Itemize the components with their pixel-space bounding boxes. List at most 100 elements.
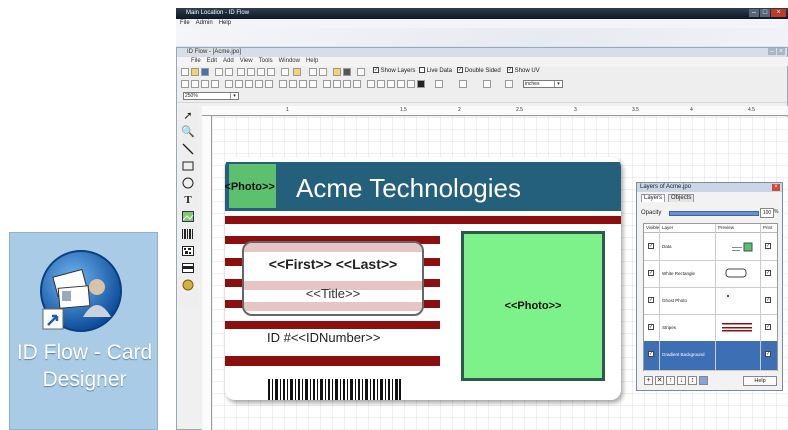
ungroup-icon[interactable] [407,80,415,88]
align-center-icon[interactable] [191,80,199,88]
delete-icon[interactable] [267,68,275,76]
name-box[interactable]: <<First>> <<Last>> <<Title>> [242,241,424,316]
nudge-down-icon[interactable] [333,80,341,88]
app-menu-edit[interactable]: Edit [207,57,217,66]
close-button[interactable]: × [771,9,786,17]
zoom-icon[interactable]: 🔍 [181,125,195,138]
show-uv-checkbox[interactable]: ✓ Show UV [507,67,540,76]
app-minimize-button[interactable]: – [768,48,776,55]
maximize-button[interactable]: □ [760,9,770,17]
print-checkbox[interactable]: ✓ [765,297,771,303]
visible-checkbox[interactable]: ✓ [648,324,654,330]
snap-icon[interactable] [377,80,385,88]
app-menu-window[interactable]: Window [279,57,300,66]
group-icon[interactable] [397,80,405,88]
layer-row[interactable]: ✓ Stripes ✓ [644,314,777,342]
photo-placeholder[interactable]: <<Photo>> [461,231,605,381]
redo-icon[interactable] [225,68,233,76]
menu-help[interactable]: Help [219,19,231,28]
copy-icon[interactable] [247,68,255,76]
2d-barcode-tool-icon[interactable] [181,244,195,257]
print-checkbox[interactable]: ✓ [765,243,771,249]
app-menu-file[interactable]: File [191,57,201,66]
same-height-icon[interactable] [265,80,273,88]
visible-checkbox[interactable]: ✓ [648,297,654,303]
app-menu-view[interactable]: View [240,57,253,66]
layer-properties-button[interactable] [699,376,708,385]
title-field[interactable]: <<Title>> [244,286,422,301]
print-checkbox[interactable]: ✓ [765,351,771,357]
visible-checkbox[interactable]: ✓ [648,243,654,249]
desktop-shortcut[interactable]: ID Flow - Card Designer [9,232,158,430]
first-last-field[interactable]: <<First>> <<Last>> [244,256,422,272]
tab-layers[interactable]: Layers [641,194,666,202]
layer-row[interactable]: ✓ White Rectangle ✓ [644,260,777,288]
save-icon[interactable] [201,68,209,76]
print-icon[interactable] [281,68,289,76]
nudge-right-icon[interactable] [353,80,361,88]
align-middle-icon[interactable] [225,80,233,88]
align-top-icon[interactable] [211,80,219,88]
delete-layer-button[interactable]: ✕ [655,376,664,385]
add-layer-button[interactable]: + [644,376,653,385]
double-sided-checkbox[interactable]: ✓ Double Sided [457,67,501,76]
new-icon[interactable] [181,68,189,76]
line-tool-icon[interactable] [181,142,195,155]
help-button[interactable]: Help [743,376,777,386]
visible-checkbox[interactable]: ✓ [648,351,654,357]
opacity-value[interactable]: 100 [760,208,774,218]
barcode-tool-icon[interactable] [181,227,195,240]
undo-icon[interactable] [215,68,223,76]
print-checkbox[interactable]: ✓ [765,270,771,276]
card-front-icon[interactable] [333,68,341,76]
center-horizontal-icon[interactable] [299,80,307,88]
encode-icon[interactable] [319,68,327,76]
move-up-button[interactable]: ↑ [666,376,675,385]
app-menu-help[interactable]: Help [306,57,318,66]
card-back-icon[interactable] [343,68,351,76]
grid-icon[interactable] [367,80,375,88]
app-menu-tools[interactable]: Tools [259,57,273,66]
visible-checkbox[interactable]: ✓ [648,270,654,276]
select-arrow-icon[interactable]: ➚ [181,109,195,122]
color-icon[interactable] [417,80,425,88]
bring-forward-icon[interactable] [279,80,287,88]
menu-admin[interactable]: Admin [196,19,213,28]
show-layers-checkbox[interactable]: ✓ Show Layers [373,67,415,76]
units-select[interactable]: inches ▾ [523,80,563,88]
zoom-select[interactable]: 250% ▾ [183,92,239,100]
menu-file[interactable]: File [180,19,190,28]
nudge-left-icon[interactable] [343,80,351,88]
rectangle-tool-icon[interactable] [181,159,195,172]
print-checkbox[interactable]: ✓ [765,324,771,330]
image-tool-icon[interactable] [181,210,195,223]
height-field[interactable] [505,80,513,88]
align-bottom-icon[interactable] [235,80,243,88]
live-data-checkbox[interactable]: Live Data [419,67,452,76]
layer-row-selected[interactable]: ✓ Gradient Background ✓ [644,341,777,371]
id-card[interactable]: <<Photo>> Acme Technologies <<First>> <<… [225,157,621,400]
layer-row[interactable]: ✓ Ghost Photo ✓ [644,287,777,315]
layout-icon[interactable] [357,68,365,76]
merge-layer-button[interactable]: ↕ [688,376,697,385]
minimize-button[interactable]: – [749,9,759,17]
align-left-icon[interactable] [181,80,189,88]
distribute-icon[interactable] [245,80,253,88]
paste-icon[interactable] [257,68,265,76]
position-x-field[interactable] [435,80,443,88]
print-preview-icon[interactable] [309,68,317,76]
opacity-slider[interactable] [669,211,759,216]
chip-tool-icon[interactable] [181,278,195,291]
align-right-icon[interactable] [201,80,209,88]
center-vertical-icon[interactable] [309,80,317,88]
open-icon[interactable] [191,68,199,76]
barcode[interactable] [268,379,401,400]
app-menu-add[interactable]: Add [223,57,234,66]
cut-icon[interactable] [237,68,245,76]
position-y-field[interactable] [459,80,467,88]
tab-objects[interactable]: Objects [668,194,695,202]
folder-icon[interactable] [293,68,301,76]
app-close-button[interactable]: × [777,48,785,55]
nudge-up-icon[interactable] [323,80,331,88]
panel-close-button[interactable]: × [772,184,780,191]
